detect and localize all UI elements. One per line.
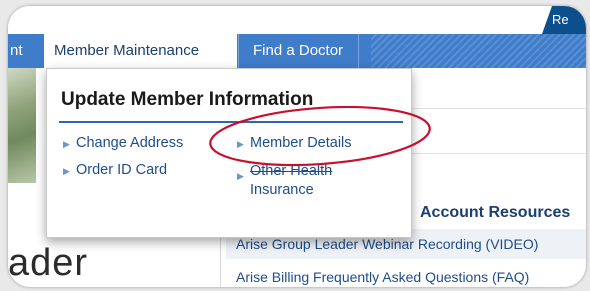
main-navigation: nt Member Maintenance Find a Doctor <box>8 34 586 68</box>
resource-link-billing-faq[interactable]: Arise Billing Frequently Asked Questions… <box>226 262 586 287</box>
page-headline: ader <box>8 242 89 284</box>
divider-line <box>412 153 586 154</box>
nav-tab-member-maintenance[interactable]: Member Maintenance <box>44 34 237 68</box>
nav-tab-find-a-doctor[interactable]: Find a Doctor <box>241 34 359 68</box>
dropdown-divider <box>59 121 403 123</box>
top-strip: Re <box>8 6 586 34</box>
change-address-link[interactable]: ▶ Change Address <box>63 135 183 151</box>
nav-pattern <box>371 34 586 68</box>
browser-frame: Re nt Member Maintenance Find a Doctor a… <box>8 6 586 287</box>
other-health-line2: Insurance <box>250 182 314 198</box>
other-health-insurance-label: Other Health Insurance <box>250 162 332 200</box>
divider-line <box>412 108 586 109</box>
member-details-label: Member Details <box>250 135 352 151</box>
dropdown-title: Update Member Information <box>61 89 314 110</box>
other-health-line1: Other Health <box>250 163 333 179</box>
top-right-tab[interactable]: Re <box>542 6 586 34</box>
member-maintenance-dropdown: Update Member Information ▶ Change Addre… <box>46 68 412 238</box>
account-resources-heading: Account Resources <box>420 204 571 221</box>
change-address-label: Change Address <box>76 135 184 151</box>
member-details-link[interactable]: ▶ Member Details <box>237 135 352 151</box>
double-arrow-right-icon: ▶ <box>237 171 244 181</box>
double-arrow-right-icon: ▶ <box>63 139 70 149</box>
hero-photo <box>8 68 36 183</box>
order-id-card-label: Order ID Card <box>76 162 168 178</box>
nav-divider <box>238 34 239 68</box>
double-arrow-right-icon: ▶ <box>237 139 244 149</box>
other-health-insurance-link[interactable]: ▶ Other Health Insurance <box>237 162 332 200</box>
double-arrow-right-icon: ▶ <box>63 166 70 176</box>
nav-tab-partial[interactable]: nt <box>10 34 23 68</box>
order-id-card-link[interactable]: ▶ Order ID Card <box>63 162 167 178</box>
